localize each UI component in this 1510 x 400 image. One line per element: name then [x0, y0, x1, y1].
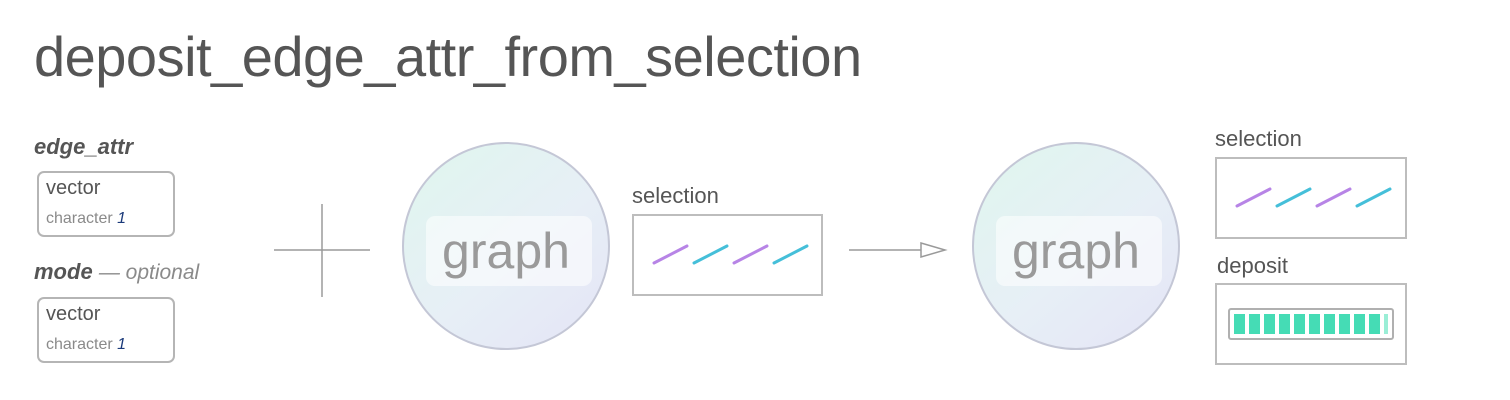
length-value: 1	[117, 336, 127, 353]
param-mode-label: mode — optional	[34, 259, 199, 285]
subtype-text: character	[46, 210, 113, 227]
type-label: vector	[46, 177, 101, 199]
deposit-cell	[1324, 314, 1335, 334]
deposit-cell	[1339, 314, 1350, 334]
deposit-cell	[1354, 314, 1365, 334]
length-value: 1	[117, 210, 127, 227]
deposit-cell	[1264, 314, 1275, 334]
output-deposit-label: deposit	[1217, 253, 1288, 278]
param-name: mode	[34, 259, 93, 284]
param-name: edge_attr	[34, 134, 134, 159]
deposit-cell	[1249, 314, 1260, 334]
deposit-cell	[1294, 314, 1305, 334]
input-selection-box	[632, 214, 823, 296]
output-deposit-box	[1215, 283, 1407, 365]
param-mode-type-box: vector character 1	[37, 297, 175, 363]
arrow-right-icon	[849, 242, 948, 258]
input-graph-node: graph	[402, 142, 610, 350]
deposit-cell	[1309, 314, 1320, 334]
deposit-vector	[1228, 308, 1394, 340]
edge-mark	[1355, 187, 1392, 208]
output-selection-label: selection	[1215, 126, 1302, 151]
subtype-label: character 1	[46, 336, 126, 354]
plus-icon	[274, 204, 370, 297]
graph-label: graph	[442, 223, 570, 279]
subtype-label: character 1	[46, 210, 126, 228]
optional-note: — optional	[98, 261, 200, 284]
param-edge-attr-type-box: vector character 1	[37, 171, 175, 237]
selection-edges	[1235, 187, 1392, 208]
deposit-cell-partial	[1384, 314, 1388, 334]
edge-mark	[1275, 187, 1312, 208]
input-selection-label: selection	[632, 183, 719, 208]
graph-label: graph	[1012, 223, 1140, 279]
diagram-title: deposit_edge_attr_from_selection	[34, 25, 862, 88]
deposit-cell	[1369, 314, 1380, 334]
edge-mark	[652, 244, 689, 265]
output-graph-node: graph	[972, 142, 1180, 350]
selection-edges	[652, 244, 809, 265]
edge-mark	[732, 244, 769, 265]
edge-mark	[692, 244, 729, 265]
deposit-cell	[1279, 314, 1290, 334]
edge-mark	[1235, 187, 1272, 208]
subtype-text: character	[46, 336, 113, 353]
edge-mark	[772, 244, 809, 265]
edge-mark	[1315, 187, 1352, 208]
type-label: vector	[46, 303, 101, 325]
output-selection-box	[1215, 157, 1407, 239]
param-edge-attr-label: edge_attr	[34, 134, 133, 160]
deposit-cell	[1234, 314, 1245, 334]
